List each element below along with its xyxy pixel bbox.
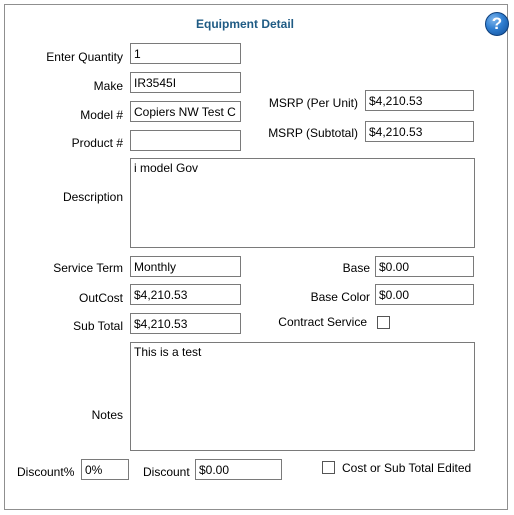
panel-title: Equipment Detail [195, 17, 294, 31]
contract-service-label: Contract Service [278, 315, 367, 329]
msrp-subtotal-label: MSRP (Subtotal) [268, 126, 358, 140]
msrp-subtotal-input[interactable] [365, 121, 474, 142]
help-icon[interactable]: ? [485, 12, 509, 36]
enter-quantity-input[interactable] [130, 43, 241, 64]
service-term-label: Service Term [53, 261, 123, 275]
msrp-per-unit-label: MSRP (Per Unit) [268, 96, 358, 110]
make-input[interactable] [130, 72, 241, 93]
enter-quantity-label: Enter Quantity [46, 50, 123, 64]
model-input[interactable] [130, 101, 241, 122]
description-textarea[interactable]: i model Gov [130, 158, 475, 248]
base-input[interactable] [375, 256, 474, 277]
service-term-input[interactable] [130, 256, 241, 277]
discount-percent-input[interactable] [81, 459, 129, 480]
discount-label: Discount [143, 465, 190, 479]
product-input[interactable] [130, 130, 241, 151]
sub-total-input[interactable] [130, 313, 241, 334]
model-label: Model # [80, 108, 123, 122]
equipment-detail-panel: Equipment Detail ? Enter Quantity Make M… [4, 4, 509, 510]
outcost-label: OutCost [78, 291, 123, 305]
description-label: Description [62, 190, 123, 204]
base-color-input[interactable] [375, 284, 474, 305]
outcost-input[interactable] [130, 284, 241, 305]
sub-total-label: Sub Total [73, 319, 123, 333]
msrp-per-unit-input[interactable] [365, 90, 474, 111]
discount-input[interactable] [195, 459, 282, 480]
notes-textarea[interactable]: This is a test [130, 342, 475, 451]
base-label: Base [342, 261, 370, 275]
base-color-label: Base Color [310, 290, 370, 304]
discount-percent-label: Discount% [17, 465, 75, 479]
make-label: Make [93, 79, 123, 93]
notes-label: Notes [91, 408, 123, 422]
product-label: Product # [71, 136, 123, 150]
cost-edited-label: Cost or Sub Total Edited [342, 461, 472, 475]
contract-service-checkbox[interactable] [377, 316, 390, 329]
cost-edited-checkbox[interactable] [322, 461, 335, 474]
